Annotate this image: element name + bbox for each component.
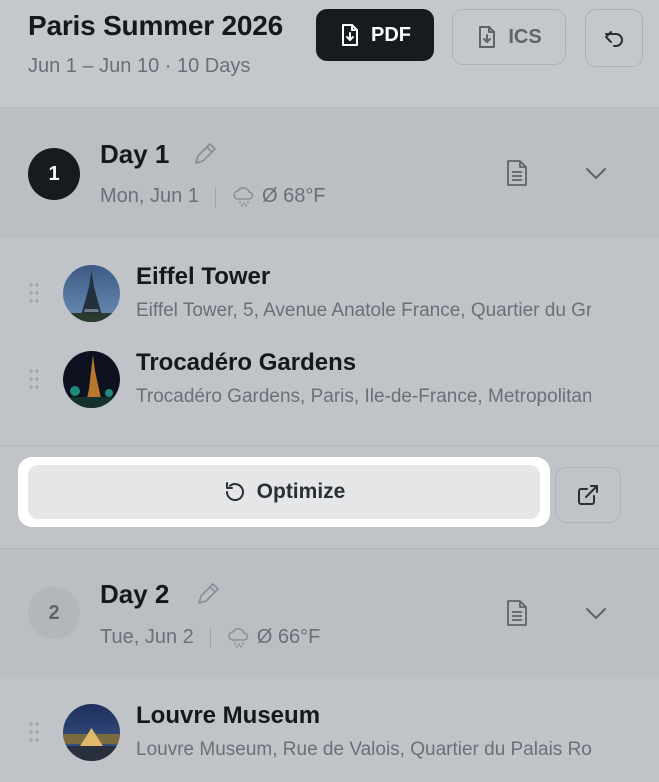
day-2-places: Louvre Museum Louvre Museum, Rue de Valo…: [0, 677, 659, 782]
drag-handle-icon[interactable]: [28, 368, 40, 390]
document-icon[interactable]: [502, 158, 532, 188]
refresh-icon: [225, 482, 244, 501]
export-ics-label: ICS: [508, 25, 542, 48]
place-name: Louvre Museum: [136, 702, 321, 729]
place-thumbnail: [63, 704, 120, 761]
trip-header: Paris Summer 2026 Jun 1 – Jun 10 · 10 Da…: [0, 0, 659, 108]
list-item[interactable]: Louvre Museum Louvre Museum, Rue de Valo…: [0, 689, 659, 775]
optimize-highlight: Optimize: [18, 457, 550, 527]
chevron-down-icon[interactable]: [582, 599, 610, 627]
cloud-rain-icon: [227, 627, 249, 648]
document-icon[interactable]: [502, 598, 532, 628]
day-meta: Mon, Jun 1 Ø 68°F: [100, 185, 326, 208]
trip-planner: Paris Summer 2026 Jun 1 – Jun 10 · 10 Da…: [0, 0, 659, 782]
optimize-button[interactable]: Optimize: [28, 465, 540, 519]
place-thumbnail: [63, 265, 120, 322]
weather-info: Ø 66°F: [227, 626, 321, 649]
place-address: Louvre Museum, Rue de Valois, Quartier d…: [136, 739, 591, 760]
weather-info: Ø 68°F: [232, 185, 326, 208]
day-header-1[interactable]: 1 Day 1 Mon, Jun 1 Ø 68°F: [0, 108, 659, 238]
export-pdf-button[interactable]: PDF: [316, 9, 434, 61]
day-1-places: Eiffel Tower Eiffel Tower, 5, Avenue Ana…: [0, 238, 659, 445]
day-1-actions: Optimize: [0, 445, 659, 549]
open-external-button[interactable]: [555, 467, 621, 523]
list-item[interactable]: Eiffel Tower Eiffel Tower, 5, Avenue Ana…: [0, 250, 659, 336]
weather-temp: Ø 68°F: [261, 185, 326, 207]
weather-temp: Ø 66°F: [256, 626, 321, 648]
place-thumbnail: [63, 351, 120, 408]
list-item[interactable]: Trocadéro Gardens Trocadéro Gardens, Par…: [0, 336, 659, 422]
day-title: Day 2: [100, 579, 170, 609]
place-name: Eiffel Tower: [136, 263, 271, 290]
day-number-badge: 2: [28, 587, 80, 639]
undo-button[interactable]: [585, 9, 643, 67]
drag-handle-icon[interactable]: [28, 721, 40, 743]
export-pdf-label: PDF: [371, 23, 411, 46]
place-address: Trocadéro Gardens, Paris, Ile-de-France,…: [136, 386, 591, 407]
chevron-down-icon[interactable]: [582, 159, 610, 187]
file-download-icon: [479, 26, 496, 48]
day-header-2[interactable]: 2 Day 2 Tue, Jun 2 Ø 66°F: [0, 549, 659, 677]
day-meta: Tue, Jun 2 Ø 66°F: [100, 626, 320, 649]
pencil-icon[interactable]: [190, 139, 220, 169]
divider: [209, 627, 211, 648]
place-name: Trocadéro Gardens: [136, 349, 357, 376]
drag-handle-icon[interactable]: [28, 282, 40, 304]
day-number-badge: 1: [28, 148, 80, 200]
file-download-icon: [342, 24, 358, 46]
place-address: Eiffel Tower, 5, Avenue Anatole France, …: [136, 300, 591, 321]
day-title: Day 1: [100, 139, 170, 169]
divider: [214, 186, 216, 207]
undo-icon: [605, 31, 623, 47]
day-date: Tue, Jun 2: [100, 626, 194, 648]
pencil-icon[interactable]: [193, 579, 223, 609]
trip-date-range: Jun 1 – Jun 10 · 10 Days: [28, 55, 251, 77]
cloud-rain-icon: [233, 186, 254, 207]
day-date: Mon, Jun 1: [100, 185, 199, 207]
export-ics-button[interactable]: ICS: [452, 9, 566, 65]
optimize-label: Optimize: [256, 480, 346, 503]
trip-title: Paris Summer 2026: [28, 10, 283, 41]
external-link-icon: [578, 485, 598, 505]
